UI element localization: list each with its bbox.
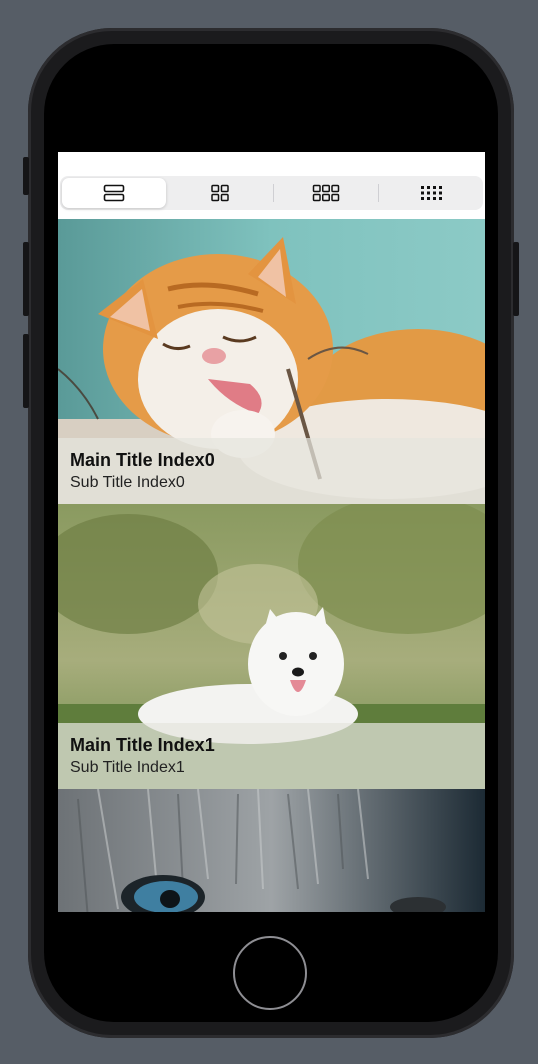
cell-title: Main Title Index0	[70, 450, 215, 470]
layout-segmented-control[interactable]	[60, 176, 483, 210]
one-column-icon	[103, 184, 125, 202]
volume-up-button	[23, 242, 29, 316]
home-button[interactable]	[233, 936, 307, 1010]
volume-down-button	[23, 334, 29, 408]
grey-cat-closeup-photo	[58, 789, 485, 912]
segment-two-column[interactable]	[168, 176, 272, 210]
list-item[interactable]: Main Title Index1 Sub Title Index1	[58, 504, 485, 789]
app-screen: Main Title Index0 Sub Title Index0 Main …	[58, 152, 485, 912]
cell-subtitle: Sub Title Index0	[70, 474, 185, 491]
cell-subtitle: Sub Title Index1	[70, 759, 185, 776]
list-item[interactable]: Main Title Index0 Sub Title Index0	[58, 219, 485, 504]
cell-caption: Main Title Index1 Sub Title Index1	[58, 723, 485, 789]
image-list[interactable]: Main Title Index0 Sub Title Index0 Main …	[58, 219, 485, 912]
segment-four-column[interactable]	[379, 176, 483, 210]
power-button	[513, 242, 519, 316]
three-column-grid-icon	[312, 184, 339, 202]
list-item[interactable]	[58, 789, 485, 912]
two-column-grid-icon	[211, 184, 230, 202]
cell-caption: Main Title Index0 Sub Title Index0	[58, 438, 485, 504]
mute-switch	[23, 157, 29, 195]
cell-title: Main Title Index1	[70, 735, 215, 755]
four-column-grid-icon	[420, 186, 442, 200]
segment-three-column[interactable]	[274, 176, 378, 210]
segment-one-column[interactable]	[62, 178, 167, 208]
